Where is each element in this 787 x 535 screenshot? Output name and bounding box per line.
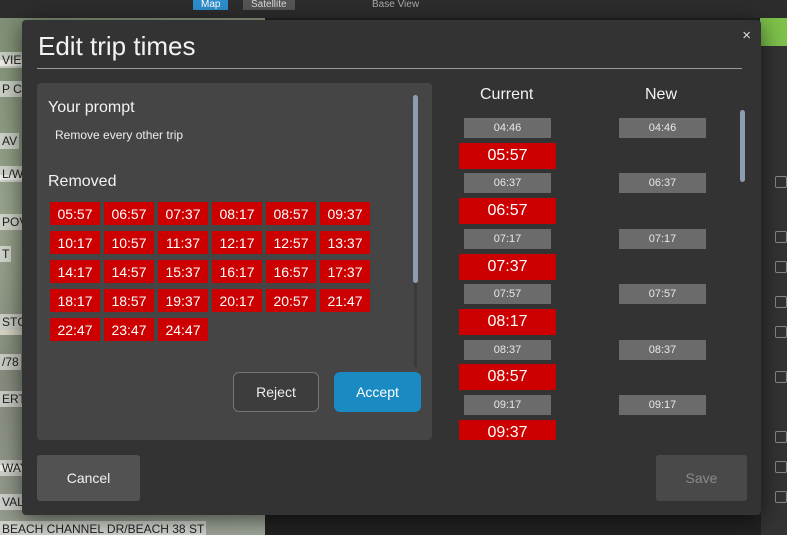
removed-time-chip: 22:47 (50, 318, 100, 341)
background-side-column (761, 46, 787, 535)
checkbox-icon (775, 231, 787, 243)
checkbox-icon (775, 261, 787, 273)
current-column-heading: Current (480, 86, 534, 103)
trip-times-comparison: 04:46 04:46 05:57 06:37 06:37 06:57 07:17 07:17… (457, 115, 737, 440)
removed-time-chip: 05:57 (50, 202, 100, 225)
base-view-selector[interactable]: Base View (372, 0, 419, 10)
new-time: 07:17 (619, 228, 706, 249)
current-time-kept: 08:37 (464, 339, 551, 360)
removed-time-chip: 10:57 (104, 231, 154, 254)
dialog-title: Edit trip times (38, 31, 196, 61)
removed-time-chip: 20:57 (266, 289, 316, 312)
accept-button[interactable]: Accept (334, 372, 421, 412)
removed-time-chip: 13:37 (320, 231, 370, 254)
removed-time-chip: 12:17 (212, 231, 262, 254)
current-time-kept: 09:17 (464, 395, 551, 415)
current-time-kept: 07:57 (464, 284, 551, 305)
current-time-removed: 05:57 (459, 142, 556, 169)
current-time-removed: 07:37 (459, 253, 556, 280)
background-green-block (760, 18, 787, 46)
removed-time-chip: 18:57 (104, 289, 154, 312)
checkbox-icon (775, 296, 787, 308)
current-time-kept: 07:17 (464, 228, 551, 249)
times-scrollbar[interactable] (740, 110, 745, 182)
map-street-label: /78 (0, 354, 21, 370)
map-street-label: VIE (0, 52, 24, 68)
removed-times-list: 05:57 06:57 07:37 08:17 08:57 09:37 10:17 10:57… (50, 202, 380, 341)
title-divider (37, 68, 742, 69)
background-toolbar: Map Satellite Base View (0, 0, 787, 18)
removed-time-chip: 14:17 (50, 260, 100, 283)
panel-scrollbar[interactable] (413, 95, 418, 283)
map-street-label: T (0, 246, 12, 262)
removed-time-chip: 06:57 (104, 202, 154, 225)
map-tab[interactable]: Map (193, 0, 229, 10)
removed-time-chip: 07:37 (158, 202, 208, 225)
new-time: 04:46 (619, 118, 706, 138)
removed-time-chip: 11:37 (158, 231, 208, 254)
removed-time-chip: 16:17 (212, 260, 262, 283)
removed-time-chip: 17:37 (320, 260, 370, 283)
removed-time-chip: 19:37 (158, 289, 208, 312)
removed-time-chip: 16:57 (266, 260, 316, 283)
checkbox-icon (775, 491, 787, 503)
removed-time-chip: 21:47 (320, 289, 370, 312)
current-time-removed: 09:37 (459, 419, 556, 440)
removed-time-chip: 15:37 (158, 260, 208, 283)
gear-icon (775, 176, 787, 188)
removed-heading: Removed (48, 173, 117, 190)
removed-time-chip: 20:17 (212, 289, 262, 312)
map-street-label: BEACH CHANNEL DR/BEACH 38 ST (0, 521, 207, 535)
checkbox-icon (775, 326, 787, 338)
removed-time-chip: 10:17 (50, 231, 100, 254)
map-street-label: AV (0, 133, 20, 149)
new-time: 06:37 (619, 173, 706, 194)
new-time: 08:37 (619, 339, 706, 360)
new-column-heading: New (645, 86, 678, 103)
current-time-removed: 08:17 (459, 308, 556, 335)
prompt-heading: Your prompt (48, 99, 135, 116)
removed-time-chip: 12:57 (266, 231, 316, 254)
checkbox-icon (775, 431, 787, 443)
gear-icon (775, 371, 787, 383)
prompt-panel: Your prompt Remove every other trip Remo… (37, 83, 432, 440)
current-time-removed: 08:57 (459, 364, 556, 391)
edit-trip-times-dialog: Edit trip times × Your prompt Remove eve… (22, 20, 761, 515)
removed-time-chip: 24:47 (158, 318, 208, 341)
prompt-text: Remove every other trip (55, 128, 184, 142)
satellite-tab[interactable]: Satellite (243, 0, 295, 10)
close-icon[interactable]: × (742, 27, 751, 44)
save-button[interactable]: Save (656, 455, 747, 501)
removed-time-chip: 08:17 (212, 202, 262, 225)
removed-time-chip: 09:37 (320, 202, 370, 225)
current-time-removed: 06:57 (459, 198, 556, 225)
removed-time-chip: 18:17 (50, 289, 100, 312)
new-time: 09:17 (619, 395, 706, 415)
new-time: 07:57 (619, 284, 706, 305)
cancel-button[interactable]: Cancel (37, 455, 140, 501)
checkbox-icon (775, 461, 787, 473)
current-time-kept: 04:46 (464, 118, 551, 138)
reject-button[interactable]: Reject (233, 372, 319, 412)
removed-time-chip: 23:47 (104, 318, 154, 341)
current-time-kept: 06:37 (464, 173, 551, 194)
removed-time-chip: 08:57 (266, 202, 316, 225)
removed-time-chip: 14:57 (104, 260, 154, 283)
